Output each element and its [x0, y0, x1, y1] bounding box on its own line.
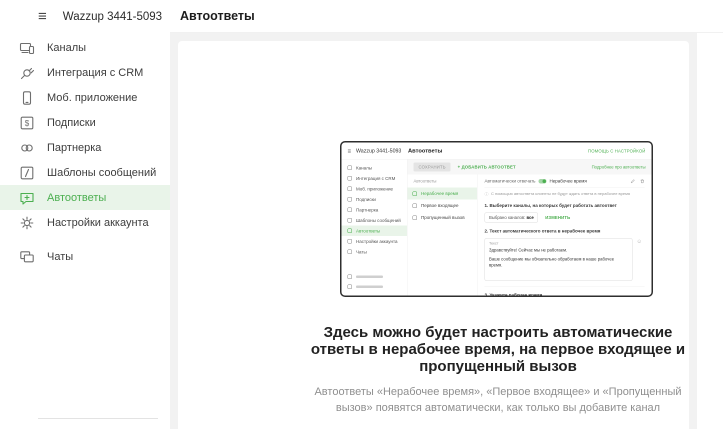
preview-list-item-active: Нерабочее время — [408, 188, 478, 200]
template-icon — [19, 165, 35, 181]
preview-docs-link: Подробнее про автоответы — [592, 165, 646, 170]
sidebar-item-label: Подписки — [47, 117, 96, 129]
hamburger-menu-icon[interactable]: ≡ — [38, 9, 47, 24]
missed-call-icon — [413, 215, 418, 220]
preview-topbar: ≡ Wazzup 3441-5093 Автоответы ПОМОЩЬ С Н… — [342, 143, 652, 160]
chats-icon — [348, 250, 353, 255]
incoming-icon — [413, 203, 418, 208]
pencil-icon — [631, 179, 636, 184]
sidebar-item-label: Автоответы — [47, 192, 106, 204]
preview-list-header: Автоответы — [414, 179, 478, 184]
preview-detail-panel: Автоматически отвечать Нерабочее время — [478, 175, 652, 296]
preview-sidebar: Каналы Интеграция с CRM Моб. приложение … — [342, 160, 408, 296]
autoreply-icon — [19, 190, 35, 206]
sidebar-bottom-divider — [38, 418, 158, 419]
partner-icon — [19, 140, 35, 156]
preview-info-text: С помощью автоответа клиенты не будут жд… — [491, 192, 630, 197]
scrollbar-gutter — [697, 33, 723, 429]
sidebar-item-subscriptions[interactable]: $ Подписки — [0, 110, 170, 135]
app-window: ≡ Wazzup 3441-5093 Каналы Интеграция с C… — [0, 0, 723, 429]
dollar-icon — [348, 197, 353, 202]
preview-save-button: СОХРАНИТЬ — [414, 163, 451, 172]
account-title: Wazzup 3441-5093 — [63, 11, 162, 23]
dollar-icon: $ — [19, 115, 35, 131]
content-background: ≡ Wazzup 3441-5093 Автоответы ПОМОЩЬ С Н… — [170, 33, 697, 429]
empty-state-heading: Здесь можно будет настроить автоматическ… — [309, 324, 687, 375]
sidebar-item-chats[interactable]: Чаты — [0, 244, 170, 269]
preview-toolbar: СОХРАНИТЬ + ДОБАВИТЬ АВТООТВЕТ Подробнее… — [408, 160, 652, 175]
smartphone-icon — [19, 90, 35, 106]
preview-autoreplies-list: Автоответы Нерабочее время Первое входящ… — [408, 175, 478, 296]
sidebar-item-partner-program[interactable]: Партнерка — [0, 135, 170, 160]
autoreply-icon — [348, 229, 353, 234]
toggle-icon — [539, 179, 547, 184]
sidebar-item-label: Партнерка — [47, 142, 101, 154]
preview-sidebar-item: Подписки — [342, 194, 408, 205]
content-card: ≡ Wazzup 3441-5093 Автоответы ПОМОЩЬ С Н… — [178, 41, 689, 429]
preview-change-button: ИЗМЕНИТЬ — [545, 215, 570, 220]
preview-sidebar-item: Настройки аккаунта — [342, 236, 408, 247]
sidebar-item-label: Чаты — [47, 251, 73, 263]
devices-icon — [19, 40, 35, 56]
main-area: Автоответы ≡ Wazzup 3441-5093 Автоответы — [170, 0, 723, 429]
plug-icon — [19, 65, 35, 81]
sidebar-header: ≡ Wazzup 3441-5093 — [0, 0, 170, 33]
sidebar-item-crm-integration[interactable]: Интеграция с CRM — [0, 60, 170, 85]
preview-sidebar-item: Чаты — [342, 247, 408, 258]
preview-sidebar-item: Шаблоны сообщений — [342, 215, 408, 226]
preview-step2-title: 2. Текст автоматического ответа в нерабо… — [485, 229, 645, 234]
emoji-icon: ☺ — [637, 239, 643, 245]
sidebar-item-label: Шаблоны сообщений — [47, 167, 156, 179]
hamburger-menu-icon: ≡ — [348, 147, 352, 154]
preview-sidebar-item-active: Автоответы — [342, 226, 408, 237]
sidebar: ≡ Wazzup 3441-5093 Каналы Интеграция с C… — [0, 0, 170, 429]
page-header: Автоответы — [170, 0, 723, 33]
sidebar-item-account-settings[interactable]: Настройки аккаунта — [0, 210, 170, 235]
preview-autoreply-textarea: Текст Здравствуйте! Сейчас мы не работае… — [485, 238, 633, 281]
empty-state-description: Автоответы «Нерабочее время», «Первое вх… — [309, 385, 687, 416]
preview-step1-title: 1. Выберите каналы, на которых будет раб… — [485, 203, 645, 208]
preview-list-item: Первое входящее — [408, 200, 478, 212]
trash-icon — [640, 179, 645, 184]
preview-detail-header-label: Автоматически отвечать — [485, 179, 536, 184]
moon-icon — [413, 191, 418, 196]
autoreplies-preview-image: ≡ Wazzup 3441-5093 Автоответы ПОМОЩЬ С Н… — [340, 141, 656, 300]
partner-icon — [348, 208, 353, 213]
sidebar-item-channels[interactable]: Каналы — [0, 35, 170, 60]
preview-account-title: Wazzup 3441-5093 — [356, 148, 408, 154]
preview-add-autoreply-button: + ДОБАВИТЬ АВТООТВЕТ — [458, 165, 516, 170]
svg-text:$: $ — [25, 119, 30, 128]
sidebar-item-message-templates[interactable]: Шаблоны сообщений — [0, 160, 170, 185]
preview-sidebar-skeleton-item — [342, 282, 408, 292]
devices-icon — [348, 166, 353, 171]
preview-sidebar-item: Моб. приложение — [342, 184, 408, 195]
preview-channels-chip: Выбрано каналов: все — [485, 213, 539, 223]
sidebar-item-mobile-app[interactable]: Моб. приложение — [0, 85, 170, 110]
gear-icon — [19, 215, 35, 231]
preview-detail-header-value: Нерабочее время — [550, 179, 587, 184]
sidebar-item-label: Каналы — [47, 42, 86, 54]
sidebar-item-label: Моб. приложение — [47, 92, 137, 104]
preview-step3-title: 3. Укажите рабочее время — [485, 293, 645, 296]
preview-sidebar-skeleton-item — [342, 272, 408, 282]
preview-sidebar-item: Партнерка — [342, 205, 408, 216]
sidebar-item-label: Настройки аккаунта — [47, 217, 149, 229]
plug-icon — [348, 176, 353, 181]
preview-help-link: ПОМОЩЬ С НАСТРОЙКОЙ — [588, 148, 645, 153]
chats-icon — [19, 249, 35, 265]
preview-list-item: Пропущенный вызов — [408, 212, 478, 224]
preview-page-title: Автоответы — [408, 148, 442, 154]
preview-sidebar-item: Каналы — [342, 163, 408, 174]
sidebar-item-autoreplies[interactable]: Автоответы — [0, 185, 170, 210]
sidebar-item-label: Интеграция с CRM — [47, 67, 143, 79]
preview-sidebar-item: Интеграция с CRM — [342, 173, 408, 184]
sidebar-nav: Каналы Интеграция с CRM Моб. приложение … — [0, 33, 170, 269]
page-title: Автоответы — [180, 9, 255, 23]
smartphone-icon — [348, 187, 353, 192]
info-icon: ⓘ — [485, 192, 489, 198]
gear-icon — [348, 239, 353, 244]
template-icon — [348, 218, 353, 223]
